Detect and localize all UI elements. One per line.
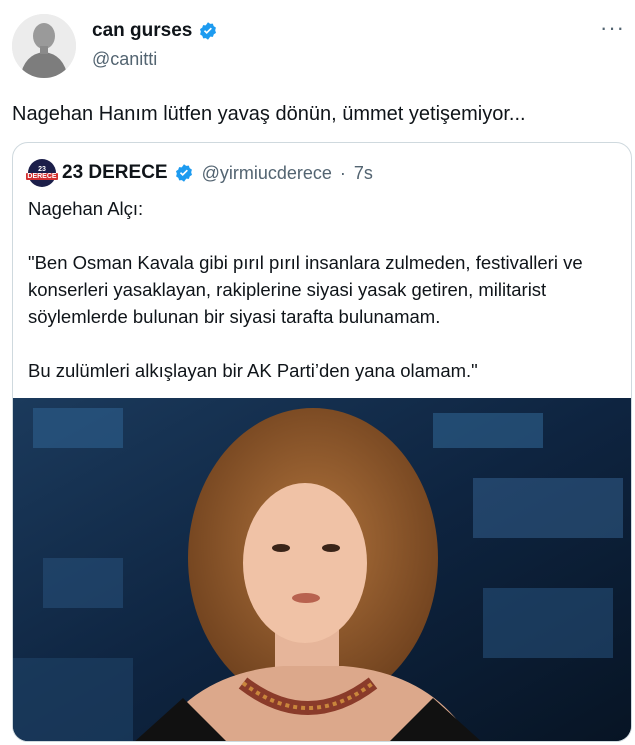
quoted-avatar-text-bottom: DERECE xyxy=(26,173,58,180)
meta-separator: · xyxy=(339,162,346,183)
quoted-author-name[interactable]: 23 DERECE xyxy=(62,162,168,184)
quoted-handle[interactable]: @yirmiucderece xyxy=(202,163,332,184)
quoted-media-image[interactable] xyxy=(13,398,631,741)
tweet-text: Nagehan Hanım lütfen yavaş dönün, ümmet … xyxy=(12,103,526,125)
quoted-text: Nagehan Alçı: "Ben Osman Kavala gibi pır… xyxy=(28,198,583,381)
verified-badge-icon xyxy=(200,22,217,40)
quoted-avatar-text-top: 23 xyxy=(38,166,46,173)
author-name[interactable]: can gurses xyxy=(92,20,192,42)
quoted-header: 23 DERECE 23 DERECE @yirmiucderece · 7s xyxy=(26,159,373,187)
verified-badge-icon xyxy=(175,164,192,182)
quoted-timestamp[interactable]: 7s xyxy=(354,163,373,184)
author-avatar[interactable] xyxy=(12,14,76,78)
author-info: can gurses @canitti xyxy=(92,20,218,70)
more-horizontal-icon[interactable]: ··· xyxy=(600,17,625,39)
author-handle[interactable]: @canitti xyxy=(92,49,218,70)
quoted-body: Nagehan Alçı: "Ben Osman Kavala gibi pır… xyxy=(28,195,623,384)
avatar-photo xyxy=(12,14,76,78)
quoted-tweet[interactable]: 23 DERECE 23 DERECE @yirmiucderece · 7s … xyxy=(12,142,632,742)
quoted-avatar[interactable]: 23 DERECE xyxy=(26,159,58,187)
portrait-photo xyxy=(13,398,631,741)
